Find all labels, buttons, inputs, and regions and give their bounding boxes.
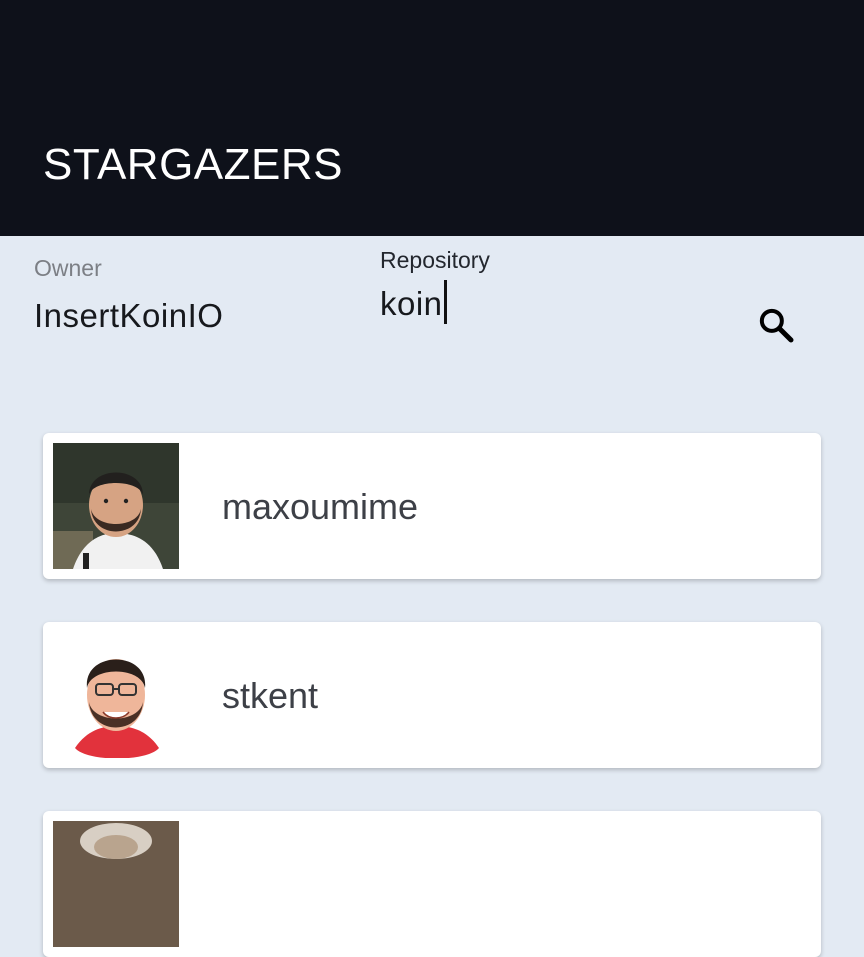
stargazer-card[interactable]: stkent <box>43 622 821 768</box>
search-icon <box>759 308 794 343</box>
stargazer-login: maxoumime <box>222 486 419 527</box>
app-title: STARGAZERS <box>43 140 344 189</box>
search-button[interactable] <box>753 302 799 348</box>
repository-field[interactable]: Repository koin <box>380 246 720 325</box>
avatar <box>53 443 179 569</box>
search-form: Owner InsertKoinIO Repository koin <box>0 236 864 416</box>
stargazer-card[interactable] <box>43 811 821 957</box>
stargazer-login: stkent <box>222 675 319 716</box>
repository-input-text: koin <box>380 285 443 322</box>
app-bar: STARGAZERS <box>0 0 864 236</box>
owner-label: Owner <box>34 255 102 281</box>
stargazer-card[interactable]: maxoumime <box>43 433 821 579</box>
text-cursor <box>443 280 447 325</box>
owner-field[interactable]: Owner InsertKoinIO <box>34 254 334 336</box>
avatar <box>53 821 179 947</box>
repository-input[interactable]: koin <box>380 280 447 325</box>
repository-label: Repository <box>380 247 490 273</box>
owner-input[interactable]: InsertKoinIO <box>34 296 223 336</box>
avatar <box>53 632 179 758</box>
